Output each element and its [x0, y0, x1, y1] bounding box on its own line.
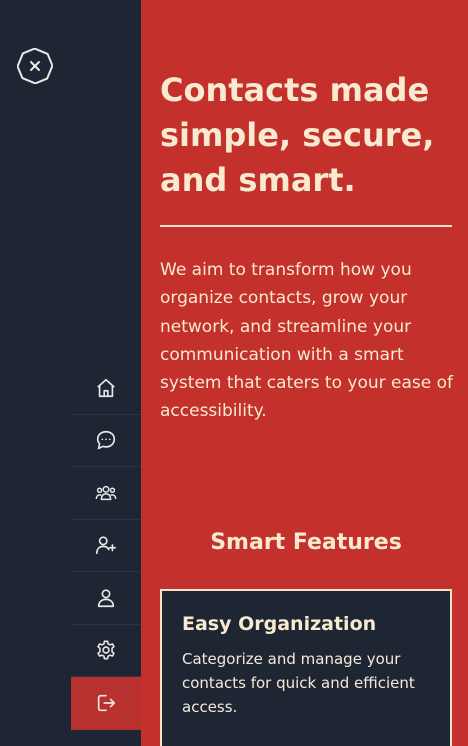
- nav-item-home[interactable]: [71, 362, 141, 415]
- user-plus-icon: [96, 536, 116, 555]
- feature-card: Easy Organization Categorize and manage …: [160, 589, 452, 746]
- feature-card-title: Easy Organization: [182, 613, 377, 635]
- chat-bubble-icon: [96, 431, 116, 450]
- nav-item-logout[interactable]: [71, 677, 141, 730]
- feature-card-description: Categorize and manage your contacts for …: [182, 650, 415, 716]
- headline-line-3: and smart.: [160, 161, 356, 199]
- headline-divider: [160, 225, 452, 227]
- nav-item-messages[interactable]: [71, 415, 141, 467]
- nav-item-settings[interactable]: [71, 625, 141, 677]
- intro-paragraph: We aim to transform how you organize con…: [160, 260, 454, 422]
- close-icon[interactable]: [16, 47, 54, 85]
- features-heading: Smart Features: [210, 530, 402, 555]
- headline-line-1: Contacts made: [160, 71, 430, 109]
- user-icon: [97, 589, 115, 607]
- home-icon: [97, 378, 115, 397]
- main-panel: Contacts made simple, secure, and smart.…: [141, 0, 468, 746]
- nav-item-add-contact[interactable]: [71, 520, 141, 572]
- sidebar: [0, 0, 141, 746]
- nav-item-profile[interactable]: [71, 572, 141, 625]
- group-icon: [95, 485, 117, 500]
- headline-line-2: simple, secure,: [160, 116, 435, 154]
- logout-icon: [97, 695, 116, 712]
- page-headline: Contacts made simple, secure, and smart.: [160, 68, 460, 203]
- sidebar-nav: [71, 362, 141, 730]
- nav-item-groups[interactable]: [71, 467, 141, 520]
- gear-icon: [97, 640, 115, 660]
